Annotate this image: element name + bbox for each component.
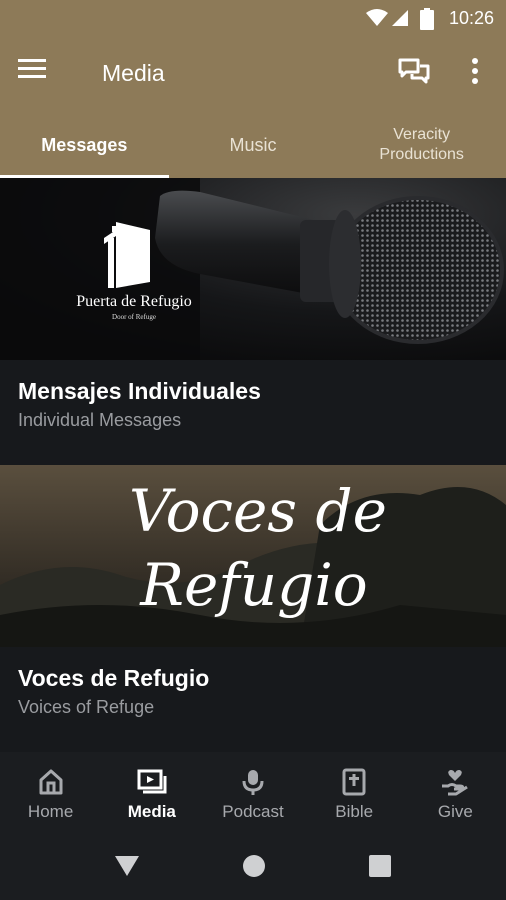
nav-give[interactable]: Give [405,752,506,836]
more-options-button[interactable] [462,56,488,92]
card-title: Mensajes Individuales [18,378,261,404]
media-card-mensajes-individuales[interactable]: Puerta de Refugio Door of Refuge Mensaje… [0,178,506,465]
menu-button[interactable] [18,56,58,92]
card-subtitle: Voices of Refuge [18,697,155,717]
logo-tagline: Door of Refuge [112,313,156,321]
system-navigation-bar [0,836,506,900]
logo-name: Puerta de Refugio [76,293,192,310]
app-bar: Media [0,36,506,112]
status-bar: 10:26 [0,0,506,36]
media-tabs: Messages Music Veracity Productions [0,112,506,178]
recents-icon[interactable] [369,854,391,878]
battery-icon [420,8,434,30]
tab-label: Music [229,135,277,155]
voces-banner-image: Voces de Refugio [0,465,506,647]
back-icon[interactable] [114,854,140,878]
microphone-icon [242,770,264,795]
tab-label: Veracity Productions [379,125,464,165]
status-time: 10:26 [448,8,494,28]
home-icon [39,769,63,795]
card-title: Voces de Refugio [18,665,210,691]
tab-veracity-productions[interactable]: Veracity Productions [337,112,506,178]
nav-bible[interactable]: Bible [304,752,405,836]
microphone-banner-image: Puerta de Refugio Door of Refuge [0,178,506,360]
script-title-line2: Refugio [139,551,367,619]
nav-home[interactable]: Home [0,752,101,836]
card-banner: Voces de Refugio [0,465,506,647]
bible-icon [342,768,366,796]
tab-label-line2: Productions [379,146,464,163]
more-vert-icon [472,58,478,84]
script-title-line1: Voces de [129,477,387,545]
chat-icon [398,58,430,84]
tab-label: Messages [41,135,128,155]
header: 10:26 Media Messages Music Veracity Prod… [0,0,506,178]
signal-icon [392,10,408,26]
tab-music[interactable]: Music [169,112,338,178]
nav-label: Bible [335,802,374,821]
tab-label-line1: Veracity [393,126,451,143]
tab-messages[interactable]: Messages [0,112,169,178]
home-circle-icon[interactable] [242,854,266,878]
hamburger-icon [18,59,46,78]
wifi-icon [366,9,388,26]
media-card-voces-de-refugio[interactable]: Voces de Refugio Voces de Refugio Voices… [0,465,506,752]
bottom-navigation: Home Media Podcast Bible Give [0,752,506,836]
card-subtitle: Individual Messages [18,410,182,430]
nav-label: Media [127,802,176,821]
nav-label: Podcast [222,802,284,821]
nav-media[interactable]: Media [101,752,202,836]
nav-label: Give [437,802,473,821]
page-title: Media [102,60,165,86]
chat-button[interactable] [398,56,434,92]
nav-podcast[interactable]: Podcast [202,752,303,836]
give-icon [442,769,469,796]
media-icon [137,769,167,794]
nav-label: Home [27,802,74,821]
card-banner: Puerta de Refugio Door of Refuge [0,178,506,360]
